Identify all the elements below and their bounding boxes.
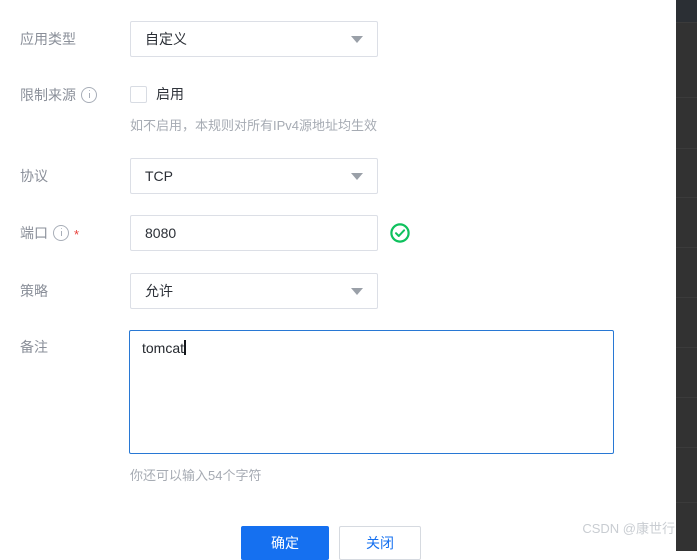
checkbox-enable-label: 启用 [156, 86, 184, 102]
label-policy-text: 策略 [20, 283, 48, 299]
rail-divider [676, 148, 697, 149]
check-circle-icon [390, 223, 410, 243]
select-app-type[interactable]: 自定义 [130, 21, 378, 57]
label-app-type-text: 应用类型 [20, 31, 76, 47]
rail-divider [676, 297, 697, 298]
label-app-type: 应用类型 [20, 30, 76, 48]
label-policy: 策略 [20, 282, 48, 300]
textarea-remark-value: tomcat [142, 340, 185, 356]
rail-top-cap [676, 0, 697, 22]
confirm-button[interactable]: 确定 [241, 526, 329, 560]
label-remark: 备注 [20, 338, 48, 356]
select-protocol[interactable]: TCP [130, 158, 378, 194]
select-policy-value: 允许 [145, 283, 173, 299]
rail-divider [676, 247, 697, 248]
label-protocol-text: 协议 [20, 168, 48, 184]
label-remark-text: 备注 [20, 339, 48, 355]
hint-limit-source: 如不启用，本规则对所有IPv4源地址均生效 [130, 118, 378, 133]
hint-remark-count: 你还可以输入54个字符 [130, 468, 262, 483]
firewall-rule-form: 应用类型 自定义 限制来源 启用 如不启用，本规则对所有IPv4源地址均生效 协… [0, 0, 676, 560]
right-side-rail [676, 0, 697, 551]
watermark: CSDN @康世行 [582, 521, 675, 536]
input-port[interactable] [130, 215, 378, 251]
label-port-text: 端口 [20, 225, 48, 241]
rail-divider [676, 22, 697, 23]
rail-divider [676, 397, 697, 398]
textarea-remark[interactable]: tomcat [129, 330, 614, 454]
label-limit-source-text: 限制来源 [20, 87, 76, 103]
label-limit-source: 限制来源 [20, 86, 97, 104]
rail-divider [676, 347, 697, 348]
rail-divider [676, 502, 697, 503]
rail-divider [676, 197, 697, 198]
label-port: 端口 * [20, 224, 79, 242]
info-circle-icon[interactable] [53, 225, 69, 241]
chevron-down-icon [351, 287, 363, 295]
select-app-type-value: 自定义 [145, 31, 187, 47]
rail-divider [676, 97, 697, 98]
chevron-down-icon [351, 172, 363, 180]
rail-divider [676, 447, 697, 448]
text-cursor [184, 340, 186, 355]
checkbox-enable-limit-source[interactable]: 启用 [130, 85, 184, 103]
select-policy[interactable]: 允许 [130, 273, 378, 309]
label-protocol: 协议 [20, 167, 48, 185]
checkbox-box[interactable] [130, 85, 147, 103]
select-protocol-value: TCP [145, 168, 173, 184]
chevron-down-icon [351, 35, 363, 43]
required-asterisk: * [74, 227, 80, 242]
close-button[interactable]: 关闭 [339, 526, 421, 560]
info-circle-icon[interactable] [81, 87, 97, 103]
